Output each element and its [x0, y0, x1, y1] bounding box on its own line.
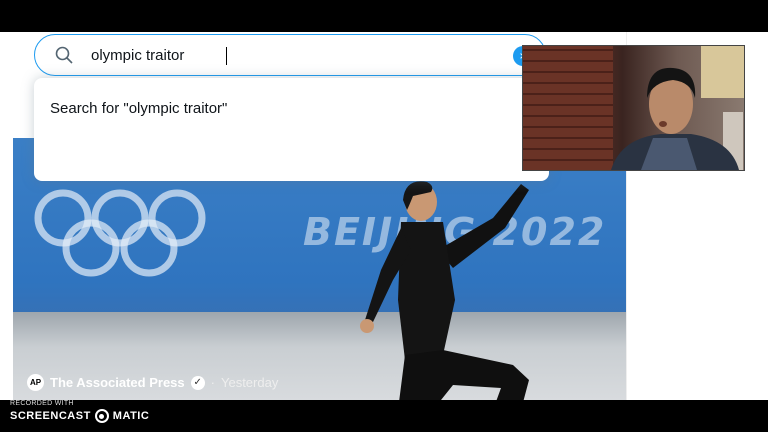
text-caret: [226, 47, 227, 65]
figure-skater: [360, 181, 529, 400]
screencast-bar: RECORDED WITH SCREENCAST MATIC: [0, 400, 768, 432]
search-box[interactable]: ×: [34, 34, 546, 76]
news-timestamp: Yesterday: [220, 375, 279, 390]
screencast-matic-logo: SCREENCAST MATIC: [10, 409, 149, 423]
search-suggestions-dropdown: Search for "olympic traitor": [34, 78, 549, 181]
presenter-face: [611, 67, 739, 170]
top-letterbox-bar: [0, 0, 768, 32]
olympic-rings-logo: [34, 189, 206, 277]
news-source[interactable]: The Associated Press: [50, 375, 185, 390]
search-input[interactable]: [91, 44, 491, 66]
search-suggestion-item[interactable]: Search for "olympic traitor": [50, 100, 227, 117]
news-byline: AP The Associated Press ✓ · Yesterday: [27, 374, 278, 391]
verified-badge-icon: ✓: [190, 375, 205, 390]
ap-logo-icon: AP: [27, 374, 44, 391]
brick-wall: [523, 46, 613, 170]
left-margin: [0, 32, 13, 400]
record-icon: [94, 409, 109, 423]
recorded-with-label: RECORDED WITH: [10, 400, 74, 407]
brand-right: MATIC: [112, 410, 150, 422]
webcam-overlay: [522, 45, 745, 171]
byline-separator: ·: [210, 375, 215, 390]
search-icon: [55, 46, 73, 64]
brand-left: SCREENCAST: [10, 410, 91, 422]
